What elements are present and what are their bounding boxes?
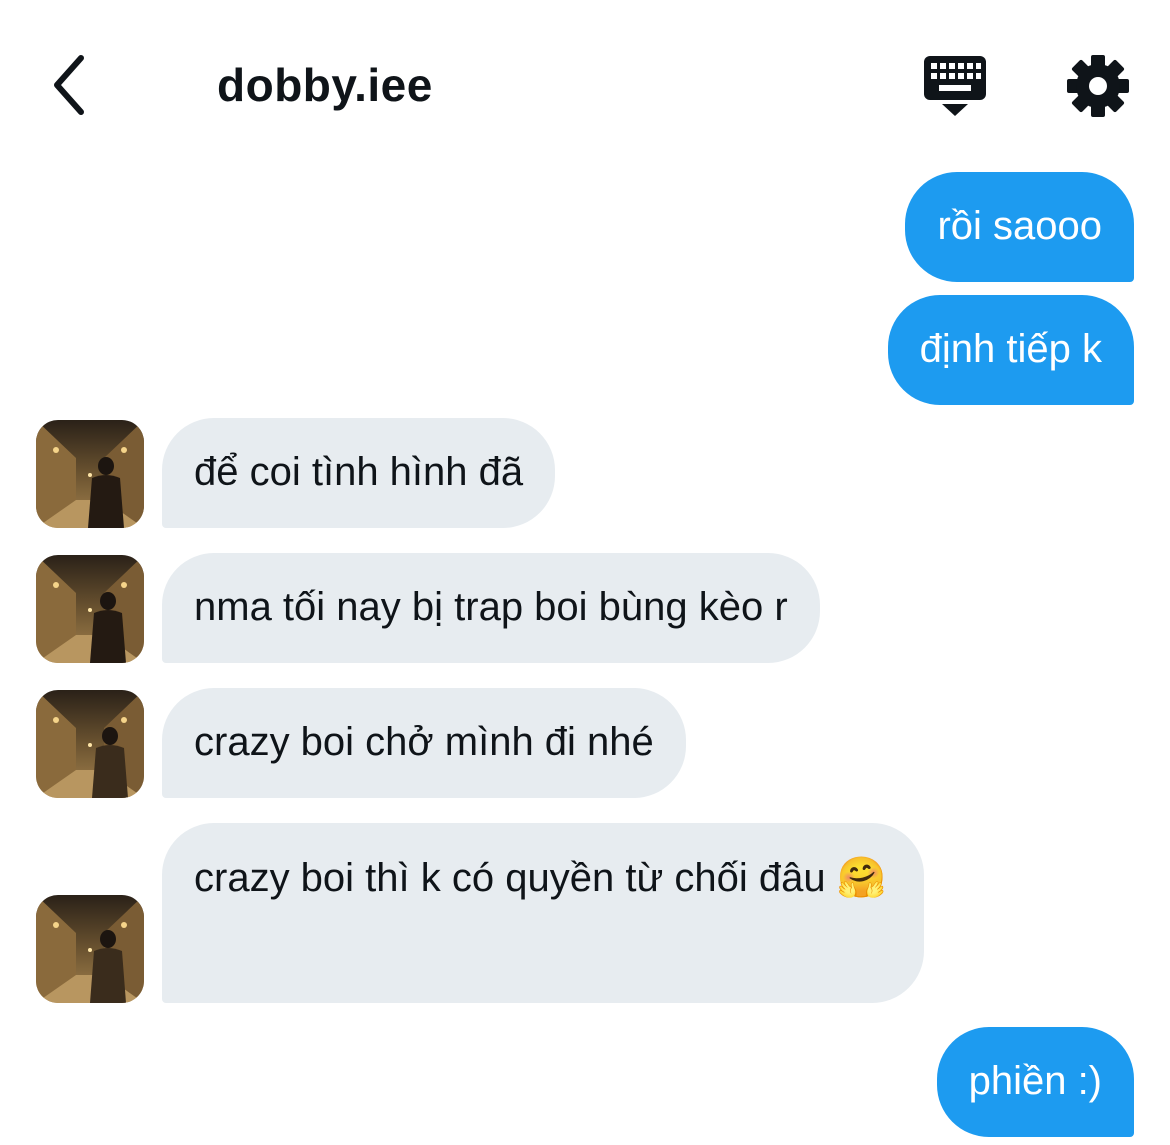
conversation-title[interactable]: dobby.iee	[217, 58, 433, 112]
avatar-photo	[36, 555, 144, 663]
conversation-header: dobby.iee	[0, 0, 1170, 160]
message-text: nma tối nay bị trap boi bùng kèo r	[194, 585, 788, 629]
message-bubble-incoming[interactable]: crazy boi chở mình đi nhé	[162, 688, 686, 798]
message-bubble-outgoing[interactable]: phiền :)	[936, 1027, 1134, 1137]
message-bubble-incoming[interactable]: nma tối nay bị trap boi bùng kèo r	[162, 553, 820, 663]
message-text: rồi saooo	[937, 204, 1102, 248]
message-text: để coi tình hình đã	[194, 450, 524, 494]
avatar[interactable]	[36, 895, 144, 1003]
avatar-photo	[36, 895, 144, 1003]
avatar[interactable]	[36, 690, 144, 798]
message-text: phiền :)	[968, 1059, 1102, 1103]
message-text: định tiếp k	[919, 327, 1102, 371]
message-text: crazy boi chở mình đi nhé	[194, 720, 654, 764]
settings-button[interactable]	[1064, 52, 1132, 120]
avatar-photo	[36, 420, 144, 528]
message-bubble-outgoing[interactable]: rồi saooo	[905, 172, 1134, 282]
avatar[interactable]	[36, 420, 144, 528]
message-text: crazy boi thì k có quyền từ chối đâu 🤗	[194, 856, 887, 900]
gear-icon	[1067, 55, 1129, 117]
message-bubble-incoming[interactable]: crazy boi thì k có quyền từ chối đâu 🤗	[162, 823, 924, 1003]
keyboard-icon	[924, 56, 986, 116]
message-bubble-outgoing[interactable]: định tiếp k	[887, 295, 1134, 405]
keyboard-button[interactable]	[920, 52, 990, 122]
back-button[interactable]	[40, 50, 100, 120]
chevron-left-icon	[54, 55, 84, 115]
avatar[interactable]	[36, 555, 144, 663]
message-bubble-incoming[interactable]: để coi tình hình đã	[162, 418, 556, 528]
avatar-photo	[36, 690, 144, 798]
